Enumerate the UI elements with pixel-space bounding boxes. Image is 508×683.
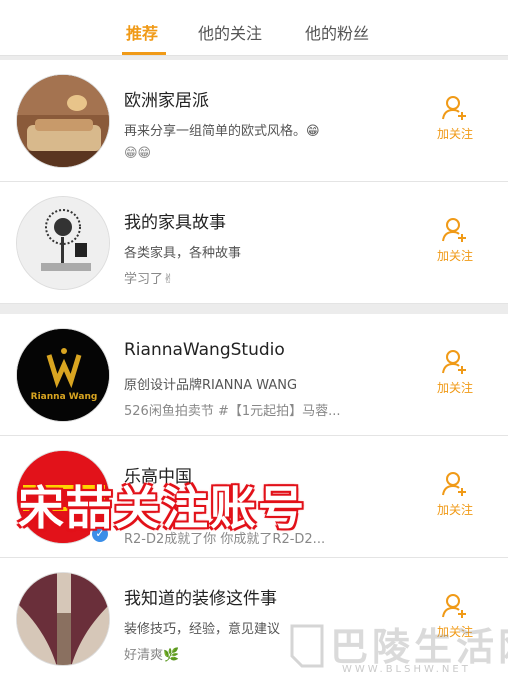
follow-button[interactable]: 加关注 [428, 216, 482, 264]
watermark-url: WWW.BLSHW.NET [342, 664, 471, 675]
user-extra: 😁😁 [124, 146, 152, 161]
watermark-text: 巴陵生活网 [330, 625, 508, 669]
user-extra: 学习了✌ [124, 272, 174, 287]
avatar-logo-text: Rianna Wang [31, 392, 98, 402]
avatar[interactable] [16, 74, 110, 168]
tree-decal-avatar-icon [17, 197, 109, 289]
tab-bar: 推荐 他的关注 他的粉丝 [0, 0, 508, 56]
list-item[interactable]: Rianna Wang RiannaWangStudio 原创设计品牌RIANN… [0, 314, 508, 436]
active-tab-indicator [122, 52, 166, 55]
add-user-icon [442, 350, 466, 374]
user-name[interactable]: 欧洲家居派 [124, 86, 209, 111]
follow-button[interactable]: 加关注 [428, 94, 482, 142]
user-name[interactable]: 我的家具故事 [124, 208, 226, 233]
follow-label: 加关注 [436, 127, 473, 141]
avatar[interactable] [16, 572, 110, 666]
list-item[interactable]: 我的家具故事 各类家具，各种故事 学习了✌ 加关注 [0, 182, 508, 304]
avatar[interactable]: Rianna Wang [16, 328, 110, 422]
watermark: 巴陵生活网 WWW.BLSHW.NET [282, 612, 508, 683]
follow-label: 加关注 [436, 503, 473, 517]
user-description: 装修技巧，经验，意见建议 [124, 622, 281, 637]
user-extra: 好清爽🌿 [124, 648, 180, 663]
add-user-icon [442, 218, 466, 242]
follow-label: 加关注 [436, 381, 473, 395]
rianna-wang-logo-avatar-icon: Rianna Wang [17, 329, 109, 421]
user-description: 原创设计品牌RIANNA WANG [124, 378, 298, 393]
watermark-logo-icon [290, 624, 324, 668]
tab-recommended[interactable]: 推荐 [126, 20, 158, 44]
tab-followers[interactable]: 他的粉丝 [305, 20, 369, 44]
user-description: 再来分享一组简单的欧式风格。😁 [124, 124, 320, 139]
avatar[interactable] [16, 196, 110, 290]
add-user-icon [442, 472, 466, 496]
tab-following[interactable]: 他的关注 [198, 20, 262, 44]
overlay-caption: 宋喆关注账号 [18, 481, 306, 535]
user-description: 各类家具，各种故事 [124, 246, 242, 261]
list-item[interactable]: 欧洲家居派 再来分享一组简单的欧式风格。😁 😁😁 加关注 [0, 60, 508, 182]
curtain-room-avatar-icon [17, 573, 109, 665]
follow-button[interactable]: 加关注 [428, 348, 482, 396]
follow-button[interactable]: 加关注 [428, 470, 482, 518]
european-interior-avatar-icon [17, 75, 109, 167]
add-user-icon [442, 96, 466, 120]
user-name[interactable]: 我知道的装修这件事 [124, 584, 277, 609]
user-extra: 526闲鱼拍卖节 #【1元起拍】马蓉... [124, 404, 341, 419]
follow-label: 加关注 [436, 249, 473, 263]
user-name[interactable]: RiannaWangStudio [124, 340, 285, 360]
